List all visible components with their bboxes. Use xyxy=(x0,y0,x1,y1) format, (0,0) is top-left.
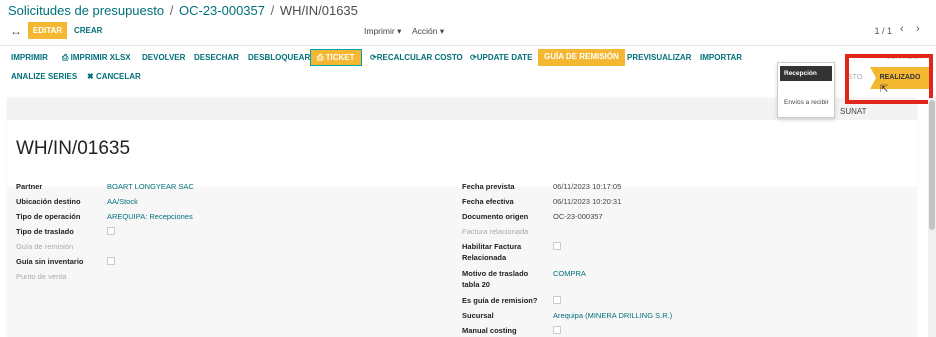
field-label: Fecha prevista xyxy=(462,182,515,191)
import-button[interactable]: IMPORTAR xyxy=(700,50,742,66)
branch-value[interactable]: Arequipa (MINERA DRILLING S.R.) xyxy=(553,311,672,320)
print-menu-label: Imprimir xyxy=(364,26,395,36)
field-label: Tipo de operación xyxy=(16,212,81,221)
operation-type-value[interactable]: AREQUIPA: Recepciones xyxy=(107,212,193,221)
manual-costing-checkbox[interactable] xyxy=(553,326,561,334)
field-label: tabla 20 xyxy=(462,280,490,289)
edit-button[interactable]: EDITAR xyxy=(28,22,67,39)
divider xyxy=(0,45,936,46)
dropdown-item[interactable]: Envíos a recibir xyxy=(784,99,829,106)
field-label: Habilitar Factura xyxy=(462,242,522,251)
recalculate-cost-button[interactable]: ⟳RECALCULAR COSTO xyxy=(370,50,463,66)
origin-document-value: OC-23-000357 xyxy=(553,212,603,221)
transfer-reason-value[interactable]: COMPRA xyxy=(553,269,586,278)
printer-icon: ⎙ xyxy=(317,53,326,62)
pager-next-icon[interactable]: › xyxy=(916,23,920,35)
print-menu[interactable]: Imprimir ▾ xyxy=(364,26,401,37)
effective-date-value: 06/11/2023 10:20:31 xyxy=(553,197,622,206)
breadcrumb-separator: / xyxy=(169,3,174,18)
transfer-type-checkbox[interactable] xyxy=(107,227,115,235)
field-label: Punto de venta xyxy=(16,272,67,281)
breadcrumb-order[interactable]: OC-23-000357 xyxy=(179,3,265,18)
no-inventory-checkbox[interactable] xyxy=(107,257,115,265)
expand-icon[interactable]: ↔ xyxy=(10,24,22,38)
field-label: Guía sin inventario xyxy=(16,257,84,266)
cursor-icon: ⇱ xyxy=(880,84,889,95)
action-menu[interactable]: Acción ▾ xyxy=(412,26,444,37)
breadcrumb: Solicitudes de presupuesto / OC-23-00035… xyxy=(8,3,358,18)
field-label: Motivo de traslado xyxy=(462,269,529,278)
field-label: Tipo de traslado xyxy=(16,227,74,236)
refresh-icon: ⟳ xyxy=(470,53,477,62)
print-xlsx-button[interactable]: ⎙ IMPRIMIR XLSX xyxy=(62,50,131,66)
partner-value[interactable]: BOART LONGYEAR SAC xyxy=(107,182,194,191)
chevron-down-icon: ▾ xyxy=(397,26,402,36)
ticket-button[interactable]: ⎙ TICKET xyxy=(310,49,362,66)
is-guide-checkbox[interactable] xyxy=(553,296,561,304)
field-label: Documento origen xyxy=(462,212,529,221)
breadcrumb-current: WH/IN/01635 xyxy=(279,3,358,18)
record-title: WH/IN/01635 xyxy=(16,138,131,159)
field-label: Factura relacionada xyxy=(462,227,529,236)
operation-dropdown: Recepción Envíos a recibir xyxy=(777,62,835,118)
unlock-button[interactable]: DESBLOQUEAR xyxy=(248,50,310,66)
field-label: Partner xyxy=(16,182,43,191)
return-button[interactable]: DEVOLVER xyxy=(142,50,185,66)
field-label: Fecha efectiva xyxy=(462,197,514,206)
analize-series-button[interactable]: ANALIZE SERIES xyxy=(11,69,77,85)
scrollbar-thumb[interactable] xyxy=(929,100,935,230)
scrap-button[interactable]: DESECHAR xyxy=(194,50,239,66)
print-button[interactable]: IMPRIMIR xyxy=(11,50,48,66)
scheduled-date-value: 06/11/2023 10:17:05 xyxy=(553,182,622,191)
printer-icon: ⎙ xyxy=(62,53,71,62)
dropdown-header[interactable]: Recepción xyxy=(780,66,832,81)
refresh-icon: ⟳ xyxy=(370,53,377,62)
create-button[interactable]: CREAR xyxy=(74,22,102,39)
status-highlight-box xyxy=(845,54,933,104)
close-icon: ✖ xyxy=(87,72,96,81)
update-date-button[interactable]: ⟳UPDATE DATE xyxy=(470,50,532,66)
field-label: Es guía de remision? xyxy=(462,296,538,305)
destination-value[interactable]: AA/Stock xyxy=(107,197,138,206)
field-label: Ubicación destino xyxy=(16,197,81,206)
pager-counter: 1 / 1 xyxy=(874,26,892,36)
cancel-button[interactable]: ✖ CANCELAR xyxy=(87,69,141,85)
field-label: Manual costing xyxy=(462,326,517,335)
guia-remision-button[interactable]: GUÍA DE REMISIÓN xyxy=(538,49,625,66)
enable-invoice-checkbox[interactable] xyxy=(553,242,561,250)
pager-prev-icon[interactable]: ‹ xyxy=(900,23,904,35)
field-label: Relacionada xyxy=(462,253,507,262)
field-label: Sucursal xyxy=(462,311,494,320)
preview-button[interactable]: PREVISUALIZAR xyxy=(627,50,691,66)
breadcrumb-separator: / xyxy=(270,3,275,18)
action-menu-label: Acción xyxy=(412,26,438,36)
field-label: Guía de remisión xyxy=(16,242,74,251)
sunat-tab[interactable]: SUNAT xyxy=(840,107,867,116)
chevron-down-icon: ▾ xyxy=(439,26,445,36)
breadcrumb-parent[interactable]: Solicitudes de presupuesto xyxy=(8,3,164,18)
